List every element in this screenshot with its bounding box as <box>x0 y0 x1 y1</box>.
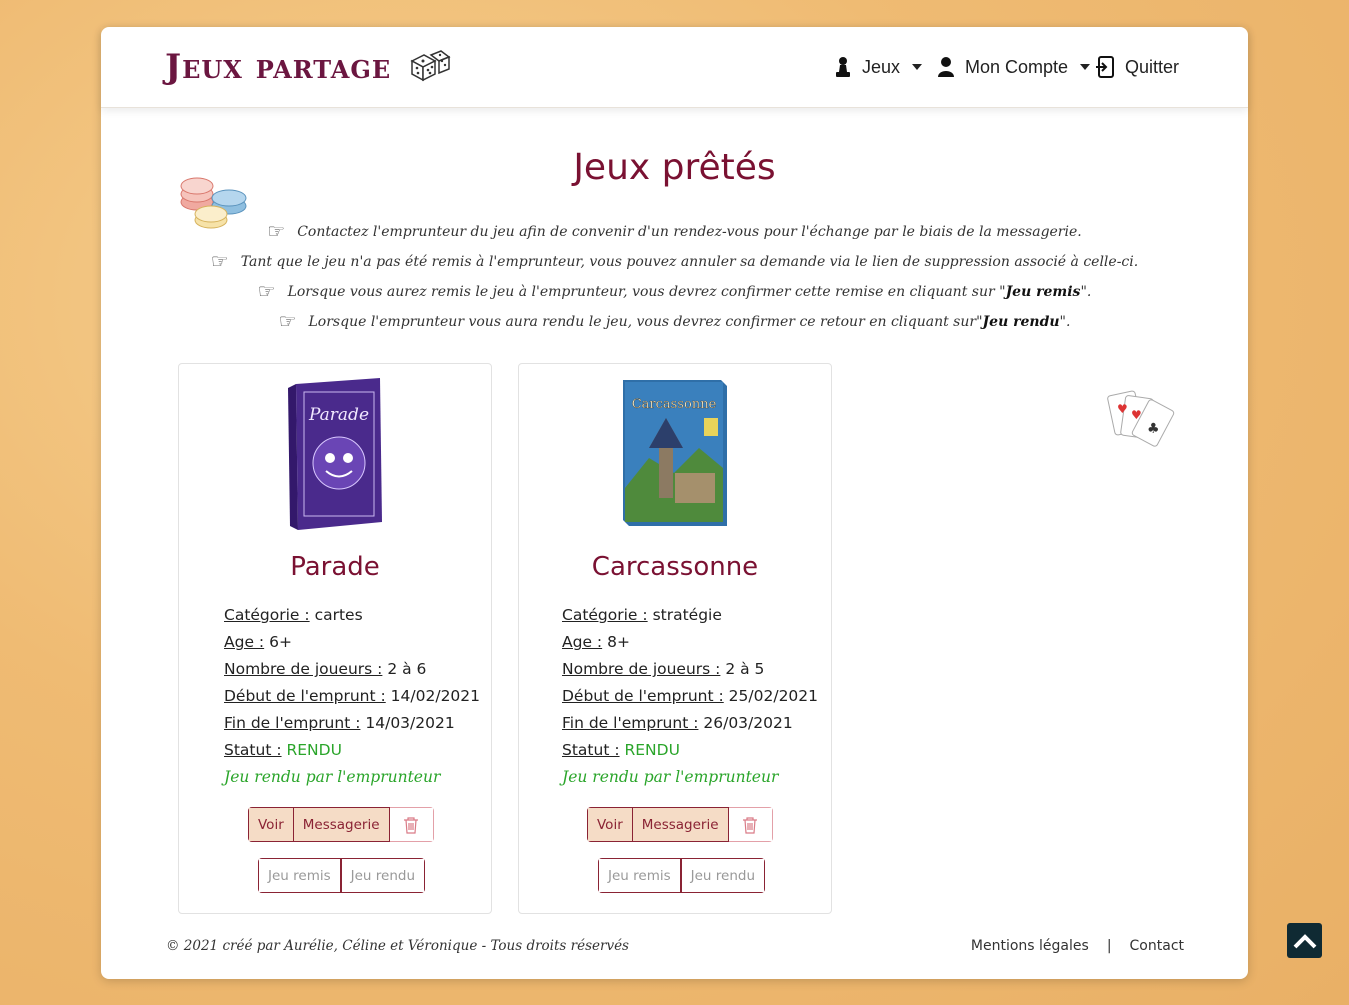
svg-text:♣: ♣ <box>1147 421 1160 437</box>
info-line-2: ☞ Tant que le jeu n'a pas été remis à l'e… <box>210 249 1139 273</box>
svg-text:♥: ♥ <box>1117 402 1128 416</box>
svg-text:♥: ♥ <box>1131 408 1142 422</box>
contact-link[interactable]: Contact <box>1130 938 1184 954</box>
page-title: Jeux prêtés <box>573 147 776 188</box>
svg-text:Parade: Parade <box>308 405 369 425</box>
pointing-hand-icon: ☞ <box>257 279 276 303</box>
jeu-rendu-button[interactable]: Jeu rendu <box>680 858 766 893</box>
game-details: Catégorie : cartes Age : 6+ Nombre de jo… <box>224 602 480 791</box>
info-line-4: ☞ Lorsque l'emprunteur vous aura rendu le… <box>278 309 1071 333</box>
voir-button[interactable]: Voir <box>587 807 633 842</box>
pawn-icon <box>836 57 850 77</box>
game-title: Carcassonne <box>591 552 759 582</box>
nav-quitter-link[interactable]: Quitter <box>1095 56 1179 78</box>
svg-text:Carcassonne: Carcassonne <box>632 397 717 412</box>
nav-jeux-label: Jeux <box>862 56 901 77</box>
nav-quitter-label: Quitter <box>1125 56 1180 77</box>
game-cover-image: Parade <box>288 378 382 530</box>
status-note: Jeu rendu par l'emprunteur <box>562 768 779 786</box>
messagerie-button[interactable]: Messagerie <box>293 807 390 842</box>
info-line-3: ☞ Lorsque vous aurez remis le jeu à l'emp… <box>257 279 1092 303</box>
dice-icon <box>410 50 451 82</box>
voir-button[interactable]: Voir <box>248 807 294 842</box>
game-card: Carcassonne Carcassonne Catégorie : stra… <box>518 363 832 914</box>
caret-down-icon <box>912 64 923 70</box>
footer-copyright: © 2021 créé par Aurélie, Céline et Véron… <box>166 938 629 954</box>
jeu-remis-button[interactable]: Jeu remis <box>598 858 681 893</box>
caret-down-icon <box>1080 64 1091 70</box>
page-container: Jeux partage Jeux Mon Compte Quitter ♥ ♥… <box>101 27 1248 979</box>
brand-logo[interactable]: Jeux partage <box>165 47 391 87</box>
trash-icon <box>404 816 419 834</box>
user-icon <box>938 57 954 77</box>
info-line-1: ☞ Contactez l'emprunteur du jeu afin de c… <box>267 219 1082 243</box>
scroll-to-top-button[interactable] <box>1287 923 1322 958</box>
navbar: Jeux partage Jeux Mon Compte Quitter <box>101 27 1248 108</box>
delete-button[interactable] <box>389 807 434 842</box>
nav-compte-dropdown[interactable]: Mon Compte <box>937 56 1091 78</box>
confirm-button-group: Jeu remis Jeu rendu <box>258 858 426 893</box>
trash-icon <box>743 816 758 834</box>
footer-links: Mentions légales | Contact <box>971 938 1184 954</box>
pointing-hand-icon: ☞ <box>267 219 286 243</box>
nav-jeux-dropdown[interactable]: Jeux <box>834 56 923 78</box>
messagerie-button[interactable]: Messagerie <box>632 807 729 842</box>
game-card: Parade Parade Catégorie : cartes Age : 6… <box>178 363 492 914</box>
delete-button[interactable] <box>728 807 773 842</box>
jeu-remis-button[interactable]: Jeu remis <box>258 858 341 893</box>
game-cover-image: Carcassonne <box>623 380 727 526</box>
logout-icon <box>1096 56 1114 78</box>
playing-cards-icon: ♥ ♥ ♣ <box>1107 390 1175 447</box>
action-button-group: Voir Messagerie <box>587 807 773 842</box>
nav-compte-label: Mon Compte <box>965 56 1069 77</box>
chevron-up-icon <box>1293 933 1316 948</box>
mentions-legales-link[interactable]: Mentions légales <box>971 938 1089 954</box>
pointing-hand-icon: ☞ <box>210 249 229 273</box>
pointing-hand-icon: ☞ <box>278 309 297 333</box>
status-note: Jeu rendu par l'emprunteur <box>224 768 441 786</box>
action-button-group: Voir Messagerie <box>248 807 434 842</box>
footer-separator: | <box>1106 938 1112 954</box>
game-details: Catégorie : stratégie Age : 8+ Nombre de… <box>562 602 818 791</box>
confirm-button-group: Jeu remis Jeu rendu <box>598 858 766 893</box>
jeu-rendu-button[interactable]: Jeu rendu <box>340 858 426 893</box>
game-title: Parade <box>290 552 380 582</box>
